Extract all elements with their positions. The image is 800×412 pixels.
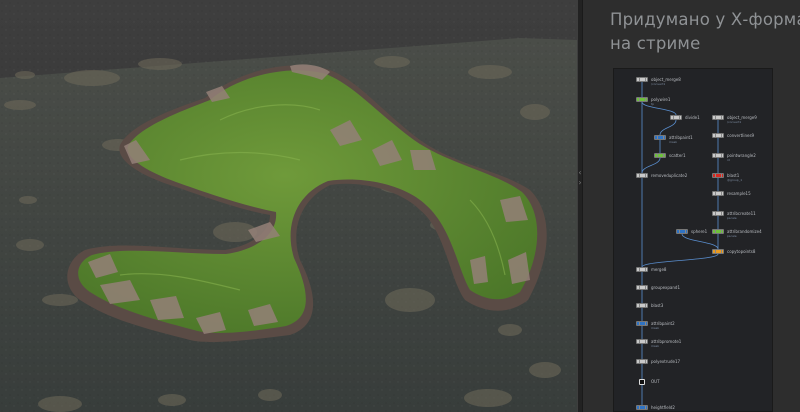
node-divide1[interactable]: [670, 115, 682, 120]
node-object_merge8[interactable]: [636, 77, 648, 82]
node-label: blast3: [651, 303, 664, 308]
caption-line-1: Придумано у Х-форма: [610, 10, 800, 29]
node-label: removeduplicate2: [651, 173, 688, 178]
node-sublabel: mask: [651, 326, 660, 330]
node-flags-icon: [673, 116, 680, 119]
node-flags-icon: [715, 250, 722, 253]
node-flags-icon: [639, 360, 646, 363]
splitter-grip-icon: ‹: [578, 168, 582, 177]
node-flags-icon: [715, 116, 722, 119]
node-flags-icon: [639, 322, 646, 325]
node-flags-icon: [639, 174, 646, 177]
node-attribpaint1[interactable]: [654, 135, 666, 140]
splitter-grip-icon: ›: [578, 178, 582, 187]
node-pointwrangle2[interactable]: [712, 153, 724, 158]
node-wire: [641, 253, 719, 268]
node-wire: [641, 157, 661, 174]
node-sublabel: pscale: [727, 216, 737, 220]
terrain-render: [0, 0, 577, 412]
node-wire: [659, 119, 677, 136]
node-flags-icon: [657, 154, 664, 157]
node-flags-icon: [639, 406, 646, 409]
node-sublabel: @group_1: [727, 178, 743, 182]
node-flags-icon: [639, 286, 646, 289]
node-flags-icon: [679, 230, 686, 233]
node-groupexpand1[interactable]: [636, 285, 648, 290]
node-wire: [681, 233, 719, 250]
node-network-editor[interactable]: object_merge8/convert1 polywire1 tp divide1…: [613, 68, 773, 412]
node-attribcreate11[interactable]: [712, 211, 724, 216]
node-flags-icon: [715, 212, 722, 215]
node-resample15[interactable]: [712, 191, 724, 196]
node-attribpromote1[interactable]: [636, 339, 648, 344]
node-polyextrude17[interactable]: [636, 359, 648, 364]
node-label: convertlines9: [727, 133, 755, 138]
caption-line-2: на стриме: [610, 34, 701, 53]
node-polywire1[interactable]: [636, 97, 648, 102]
stream-caption: Придумано у Х-форма на стриме: [610, 8, 800, 56]
node-sublabel: pscale: [727, 234, 737, 238]
node-label: polyextrude17: [651, 359, 681, 364]
node-sublabel: /convert1: [651, 82, 666, 86]
node-copytopoints8[interactable]: [712, 249, 724, 254]
node-flags-icon: [639, 98, 646, 101]
node-flags-icon: [715, 154, 722, 157]
node-flags-icon: [715, 192, 722, 195]
node-wire: [641, 101, 677, 116]
node-sublabel: mask: [669, 140, 678, 144]
node-sublabel: /convert1: [727, 120, 742, 124]
node-attribrandomize4[interactable]: [712, 229, 724, 234]
node-heightfield2[interactable]: [636, 405, 648, 410]
node-label: resample15: [727, 191, 751, 196]
node-OUT[interactable]: [639, 379, 645, 385]
node-sublabel: id: [727, 158, 730, 162]
node-flags-icon: [639, 304, 646, 307]
node-label: copytopoints8: [727, 249, 756, 254]
node-attribpaint2[interactable]: [636, 321, 648, 326]
node-label: merge8: [651, 267, 667, 272]
3d-viewport[interactable]: [0, 0, 577, 412]
node-label: pointwrangle2: [727, 153, 756, 158]
node-label: heightfield2: [651, 405, 675, 410]
node-flags-icon: [657, 136, 664, 139]
node-convertlines9[interactable]: [712, 133, 724, 138]
right-panel: Придумано у Х-форма на стриме object_mer…: [583, 0, 800, 412]
node-object_merge9[interactable]: [712, 115, 724, 120]
node-removeduplicate2[interactable]: [636, 173, 648, 178]
node-flags-icon: [715, 134, 722, 137]
node-flags-icon: [639, 340, 646, 343]
node-merge8[interactable]: [636, 267, 648, 272]
node-flags-icon: [639, 268, 646, 271]
node-sublabel: tp: [651, 102, 655, 106]
node-blast3[interactable]: [636, 303, 648, 308]
node-label: groupexpand1: [651, 285, 680, 290]
node-flags-icon: [715, 174, 722, 177]
node-sublabel: mask: [651, 344, 660, 348]
node-label: sphere1: [691, 229, 708, 234]
node-sphere1[interactable]: [676, 229, 688, 234]
node-label: divide1: [685, 115, 700, 120]
node-scatter1[interactable]: [654, 153, 666, 158]
node-flags-icon: [715, 230, 722, 233]
node-label: OUT: [651, 379, 660, 384]
node-flags-icon: [639, 78, 646, 81]
node-label: scatter1: [669, 153, 686, 158]
node-blast1[interactable]: [712, 173, 724, 178]
